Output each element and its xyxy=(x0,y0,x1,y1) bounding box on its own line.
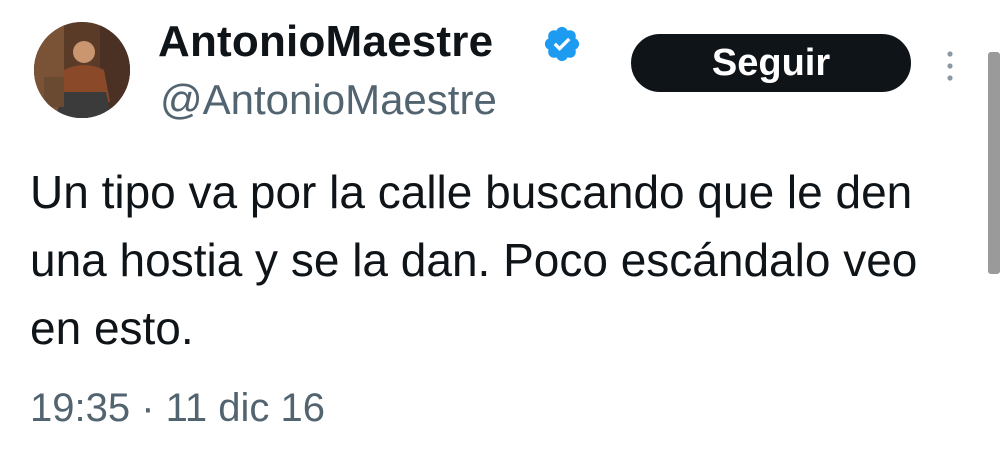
user-handle[interactable]: @AntonioMaestre xyxy=(160,74,497,126)
display-name[interactable]: AntonioMaestre xyxy=(158,16,493,68)
follow-button[interactable]: Seguir xyxy=(631,34,911,92)
avatar-photo xyxy=(34,22,130,118)
tweet-text: Un tipo va por la calle buscando que le … xyxy=(30,166,918,354)
tweet-card: AntonioMaestre @AntonioMaestre Seguir Un… xyxy=(0,0,1000,461)
more-vertical-icon[interactable] xyxy=(943,46,957,86)
tweet-timestamp[interactable]: 19:35 · 11 dic 16 xyxy=(30,382,325,434)
verified-badge-icon xyxy=(544,26,580,62)
avatar[interactable] xyxy=(34,22,130,118)
scrollbar[interactable] xyxy=(988,52,1000,274)
